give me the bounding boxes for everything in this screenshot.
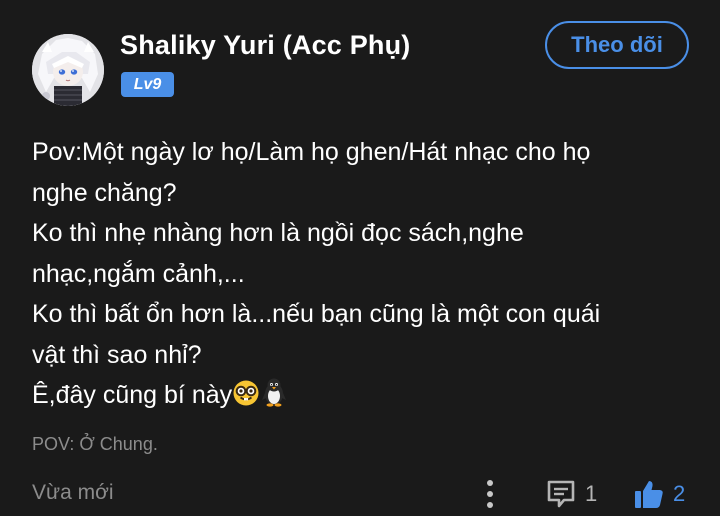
post-body: Pov:Một ngày lơ họ/Làm họ ghen/Hát nhạc …	[32, 132, 682, 420]
more-options-button[interactable]	[478, 478, 502, 510]
comment-button[interactable]: 1	[545, 477, 597, 511]
post-line: nghe chăng?	[32, 178, 177, 207]
level-badge: Lv9	[121, 72, 174, 97]
comment-count: 1	[585, 481, 598, 506]
post-line: vật thì sao nhỉ?	[32, 340, 202, 369]
post-line: Ko thì bất ổn hơn là...nếu bạn cũng là m…	[32, 300, 601, 328]
username[interactable]: Shaliky Yuri (Acc Phụ)	[120, 30, 411, 61]
more-vertical-icon	[487, 480, 493, 508]
location-tag[interactable]: POV: Ở Chung.	[32, 434, 158, 455]
comment-icon	[547, 480, 575, 508]
timestamp: Vừa mới	[32, 481, 114, 504]
post-line: nhạc,ngắm cảnh,...	[32, 259, 245, 288]
like-count: 2	[673, 481, 686, 506]
follow-button[interactable]: Theo dõi	[545, 21, 689, 69]
post-line: Pov:Một ngày lơ họ/Làm họ ghen/Hát nhạc …	[32, 138, 591, 166]
avatar-image	[32, 34, 104, 106]
avatar[interactable]	[32, 34, 104, 106]
post-line-text: Ê,đây cũng bí này	[32, 381, 233, 409]
penguin-icon	[260, 377, 288, 420]
post-line: Ko thì nhẹ nhàng hơn là ngồi đọc sách,ng…	[32, 219, 524, 247]
thumbs-up-icon	[635, 481, 663, 508]
like-button[interactable]: 2	[633, 477, 685, 511]
nerd-face-icon	[232, 379, 260, 420]
post-line-last: Ê,đây cũng bí này	[32, 375, 682, 420]
